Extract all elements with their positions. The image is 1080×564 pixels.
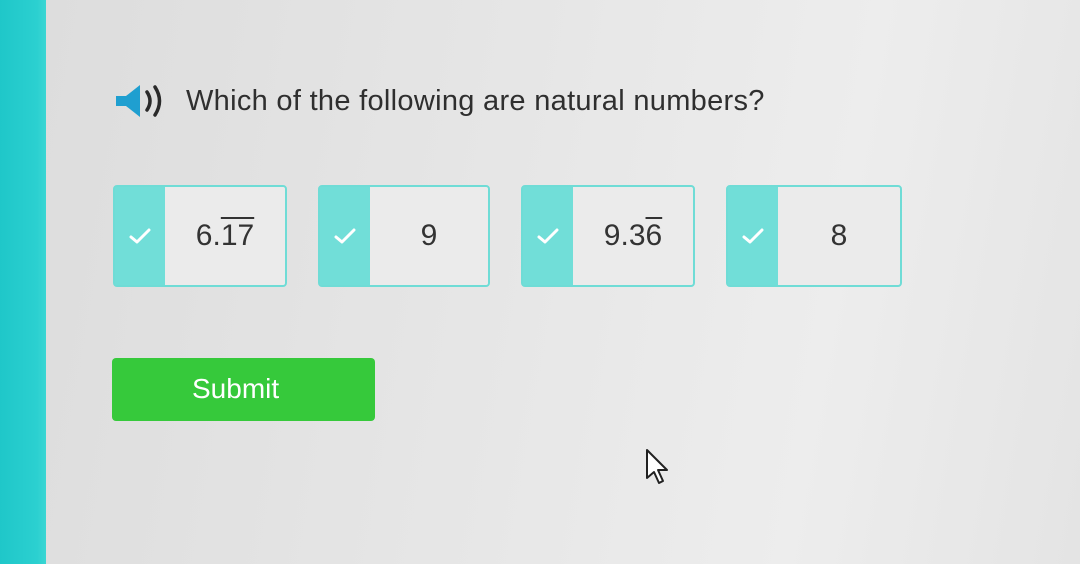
mouse-pointer-icon xyxy=(646,449,668,484)
checkmark-icon xyxy=(537,228,559,244)
question-row: Which of the following are natural numbe… xyxy=(114,78,765,124)
choice-value: 6. 17 xyxy=(165,187,285,285)
choice-value-base: 8 xyxy=(830,219,848,252)
submit-button[interactable]: Submit xyxy=(112,358,375,421)
checkmark-icon xyxy=(129,228,151,244)
choice-checkbox[interactable] xyxy=(728,187,778,285)
choice-value-repeating: 6 xyxy=(645,219,663,252)
choice-checkbox[interactable] xyxy=(523,187,573,285)
checkmark-icon xyxy=(742,228,764,244)
choice-value: 9 xyxy=(370,187,488,285)
speaker-icon[interactable] xyxy=(114,81,170,121)
left-accent-bar xyxy=(0,0,46,564)
choice-value-repeating: 17 xyxy=(220,219,255,252)
checkmark-icon xyxy=(334,228,356,244)
choice-value-base: 9.3 xyxy=(603,219,646,252)
choice-value-base: 9 xyxy=(420,219,438,252)
choice-9[interactable]: 9 xyxy=(318,185,490,287)
question-text: Which of the following are natural numbe… xyxy=(186,84,765,117)
choice-checkbox[interactable] xyxy=(320,187,370,285)
choice-checkbox[interactable] xyxy=(115,187,165,285)
choice-6-17-repeating[interactable]: 6. 17 xyxy=(113,185,287,287)
choice-9-36-repeating[interactable]: 9.3 6 xyxy=(521,185,695,287)
choice-8[interactable]: 8 xyxy=(726,185,902,287)
choice-value: 9.3 6 xyxy=(573,187,693,285)
choice-value-base: 6. xyxy=(195,219,221,252)
submit-button-label: Submit xyxy=(192,373,280,404)
choice-value: 8 xyxy=(778,187,900,285)
